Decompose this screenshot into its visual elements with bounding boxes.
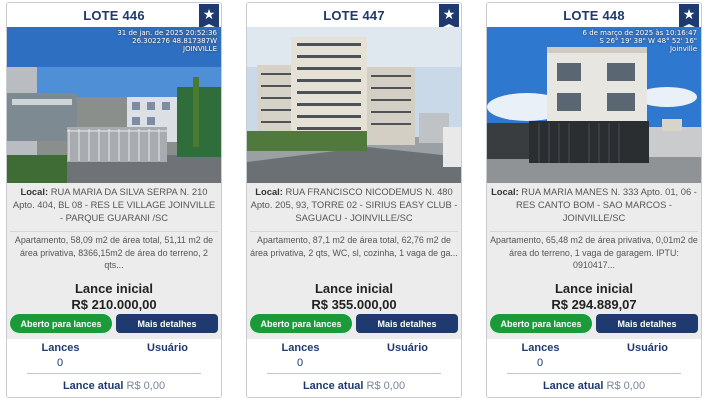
bid-stats: Lances Usuário 0 Lance atual R$ 0,00	[247, 339, 461, 397]
more-details-button[interactable]: Mais detalhes	[116, 314, 218, 333]
photo-stamp-line: JOINVILLE	[183, 45, 217, 53]
lote-card-448: LOTE 448 ★ 6 de março de 2025 às 10:16:4…	[486, 2, 702, 398]
card-header: LOTE 447 ★	[247, 3, 461, 29]
favorite-star-icon[interactable]: ★	[199, 4, 219, 29]
photo-timestamp: 31 de jan. de 2025 20:52:36 26.302276 48…	[117, 29, 217, 53]
photo-apartment-tower	[247, 27, 461, 183]
usuario-header: Usuário	[147, 342, 188, 354]
usuario-value	[114, 357, 221, 371]
photo-stamp-line: 6 de março de 2025 às 10:16:47	[582, 29, 697, 37]
property-photo[interactable]	[247, 27, 461, 183]
favorite-star-icon[interactable]: ★	[439, 4, 459, 29]
lote-title: LOTE 447	[323, 7, 385, 23]
lance-atual-value: R$ 0,00	[366, 380, 406, 392]
photo-stamp-line: S 26° 19' 38" W 48° 52' 16"	[599, 37, 697, 45]
photo-stamp-line: 31 de jan. de 2025 20:52:36	[117, 29, 217, 37]
lote-title: LOTE 448	[563, 7, 625, 23]
description-text: Apartamento, 65,48 m2 de área privativa,…	[490, 231, 698, 281]
photo-stamp-line: 26.302276 48.817387W	[132, 37, 217, 45]
card-actions: Aberto para lances Mais detalhes	[10, 314, 218, 333]
lance-inicial-value: R$ 355.000,00	[311, 297, 397, 312]
lance-inicial-label: Lance inicial	[314, 281, 394, 296]
lance-inicial-label: Lance inicial	[74, 281, 154, 296]
usuario-header: Usuário	[387, 342, 428, 354]
lance-atual-value: R$ 0,00	[606, 380, 646, 392]
lances-header: Lances	[41, 342, 80, 354]
card-info: Local: RUA FRANCISCO NICODEMUS N. 480 Ap…	[247, 183, 461, 333]
open-for-bids-button[interactable]: Aberto para lances	[250, 314, 352, 333]
lance-inicial-value: R$ 294.889,07	[551, 297, 637, 312]
location-text: Local: RUA MARIA MANES N. 333 Apto. 01, …	[490, 185, 698, 231]
usuario-header: Usuário	[627, 342, 668, 354]
divider	[507, 373, 681, 374]
lance-inicial-value: R$ 210.000,00	[71, 297, 157, 312]
property-photo[interactable]: 6 de março de 2025 às 10:16:47 S 26° 19'…	[487, 27, 701, 183]
open-for-bids-button[interactable]: Aberto para lances	[490, 314, 592, 333]
card-header: LOTE 446 ★	[7, 3, 221, 29]
photo-stamp-line: Joinville	[669, 45, 697, 53]
lance-atual-label: Lance atual	[62, 380, 124, 392]
divider	[27, 373, 201, 374]
bid-stats: Lances Usuário 0 Lance atual R$ 0,00	[487, 339, 701, 397]
location-text: Local: RUA FRANCISCO NICODEMUS N. 480 Ap…	[250, 185, 458, 231]
usuario-value	[594, 357, 701, 371]
bid-stats: Lances Usuário 0 Lance atual R$ 0,00	[7, 339, 221, 397]
lances-header: Lances	[521, 342, 560, 354]
location-label: Local:	[255, 186, 283, 197]
lances-count: 0	[297, 357, 304, 369]
more-details-button[interactable]: Mais detalhes	[356, 314, 458, 333]
lance-atual: Lance atual R$ 0,00	[7, 380, 221, 392]
location-text: Local: RUA MARIA DA SILVA SERPA N. 210 A…	[10, 185, 218, 231]
lote-card-446: LOTE 446 ★ 31 de jan. de 2025 20:52:36 2…	[6, 2, 222, 398]
open-for-bids-button[interactable]: Aberto para lances	[10, 314, 112, 333]
favorite-star-icon[interactable]: ★	[679, 4, 699, 29]
photo-timestamp: 6 de março de 2025 às 10:16:47 S 26° 19'…	[583, 29, 697, 53]
card-info: Local: RUA MARIA MANES N. 333 Apto. 01, …	[487, 183, 701, 333]
lance-atual-label: Lance atual	[542, 380, 604, 392]
lances-count: 0	[57, 357, 64, 369]
card-info: Local: RUA MARIA DA SILVA SERPA N. 210 A…	[7, 183, 221, 333]
lote-title: LOTE 446	[83, 7, 145, 23]
location-label: Local:	[20, 186, 49, 197]
description-text: Apartamento, 87,1 m2 de área total, 62,7…	[250, 231, 458, 281]
lance-atual-label: Lance atual	[302, 380, 364, 392]
location-value: RUA MARIA MANES N. 333 Apto. 01, 06 - RE…	[515, 186, 697, 223]
card-header: LOTE 448 ★	[487, 3, 701, 29]
description-text: Apartamento, 58,09 m2 de área total, 51,…	[10, 231, 218, 281]
lances-header: Lances	[281, 342, 320, 354]
location-label: Local:	[491, 186, 519, 197]
lance-inicial-label: Lance inicial	[554, 281, 634, 296]
card-actions: Aberto para lances Mais detalhes	[490, 314, 698, 333]
lances-count: 0	[537, 357, 544, 369]
lance-atual-value: R$ 0,00	[126, 380, 166, 392]
card-actions: Aberto para lances Mais detalhes	[250, 314, 458, 333]
lance-atual: Lance atual R$ 0,00	[247, 380, 461, 392]
usuario-value	[354, 357, 461, 371]
lance-atual: Lance atual R$ 0,00	[487, 380, 701, 392]
lote-card-447: LOTE 447 ★ Local: RUA FRANCISCO NICODEMU…	[246, 2, 462, 398]
more-details-button[interactable]: Mais detalhes	[596, 314, 698, 333]
divider	[267, 373, 441, 374]
property-photo[interactable]: 31 de jan. de 2025 20:52:36 26.302276 48…	[7, 27, 221, 183]
